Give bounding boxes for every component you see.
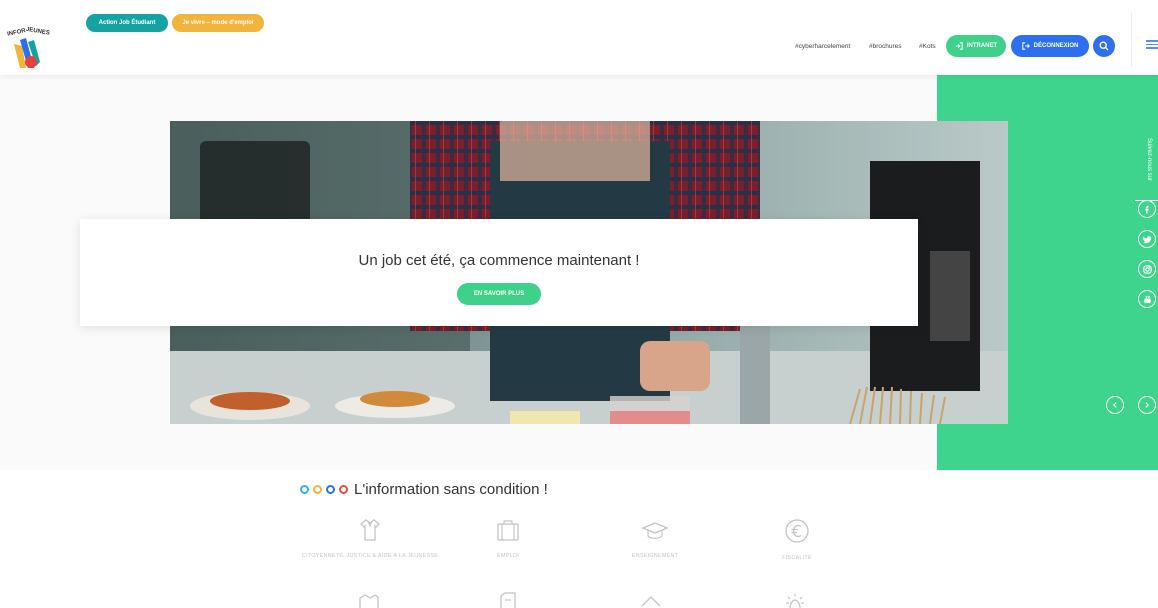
youtube-icon [1143, 295, 1151, 303]
deconnexion-label: DÉCONNEXION [1033, 43, 1079, 49]
vivre-mode-emploi-pill[interactable]: Je vivre – mode d'emploi [172, 14, 264, 32]
chevron-right-icon [1145, 402, 1149, 408]
category-enseignement[interactable]: ENSEIGNEMENT [580, 518, 730, 560]
logout-icon [1021, 42, 1030, 50]
infor-jeunes-logo[interactable]: INFOR JEUNES [6, 22, 52, 70]
info-section-title: L'information sans condition ! [300, 481, 548, 498]
facebook-link[interactable] [1138, 200, 1156, 218]
lightbulb-icon [786, 594, 804, 608]
svg-text:JEUNES: JEUNES [25, 27, 50, 37]
site-header: INFOR JEUNES Action Job Étudiant Je vivr… [0, 0, 1158, 75]
search-icon [1099, 41, 1109, 51]
graduation-cap-icon [641, 522, 669, 539]
category-fiscalite[interactable]: FISCALITÉ [722, 518, 872, 562]
deconnexion-button[interactable]: DÉCONNEXION [1011, 35, 1089, 57]
map-icon [359, 594, 379, 608]
search-button[interactable] [1093, 35, 1115, 57]
slider-prev-button[interactable] [1106, 396, 1124, 414]
action-job-pill[interactable]: Action Job Étudiant [86, 14, 168, 32]
category-label: ENSEIGNEMENT [631, 553, 679, 559]
hero-card: Un job cet été, ça commence maintenant !… [80, 219, 918, 326]
decor-dot-blue [300, 485, 309, 494]
intranet-label: INTRANET [966, 43, 998, 49]
svg-text:INFOR: INFOR [7, 28, 27, 38]
intranet-button[interactable]: INTRANET [946, 35, 1006, 57]
hashtag-brochures[interactable]: #brochures [869, 43, 902, 50]
decor-dot-red [339, 485, 348, 494]
instagram-link[interactable] [1138, 260, 1156, 278]
document-icon [500, 592, 516, 608]
category-citoyennete[interactable]: CITOYENNETÉ, JUSTICE & AIDE À LA JEUNESS… [295, 518, 445, 560]
house-icon [641, 596, 661, 607]
follow-us-label: Suivez-nous sur [1146, 138, 1152, 182]
login-icon [955, 42, 963, 50]
slider-next-button[interactable] [1138, 396, 1156, 414]
twitter-link[interactable] [1138, 230, 1156, 248]
twitter-icon [1142, 235, 1152, 243]
facebook-icon [1144, 205, 1149, 214]
category-emploi[interactable]: EMPLOI [433, 518, 583, 560]
chevron-left-icon [1113, 402, 1117, 408]
category-label: FISCALITÉ [782, 555, 812, 561]
hashtag-cyberharcelement[interactable]: #cyberharcelement [795, 43, 850, 50]
shirt-icon [360, 519, 380, 541]
info-title-text: L'information sans condition ! [354, 481, 548, 498]
en-savoir-plus-button[interactable]: EN SAVOIR PLUS [457, 283, 541, 305]
decor-dot-yellow [313, 485, 322, 494]
euro-icon [785, 519, 809, 543]
hero-title: Un job cet été, ça commence maintenant ! [358, 252, 640, 269]
hashtag-kots[interactable]: #Kots [919, 43, 936, 50]
category-label: EMPLOI [497, 553, 519, 559]
youtube-link[interactable] [1138, 290, 1156, 308]
instagram-icon [1142, 264, 1152, 274]
header-divider [1131, 12, 1132, 67]
category-label: CITOYENNETÉ, JUSTICE & AIDE À LA JEUNESS… [301, 553, 439, 559]
briefcase-icon [497, 520, 519, 541]
hamburger-menu-icon[interactable] [1146, 40, 1158, 50]
decor-dot-darkblue [326, 485, 335, 494]
